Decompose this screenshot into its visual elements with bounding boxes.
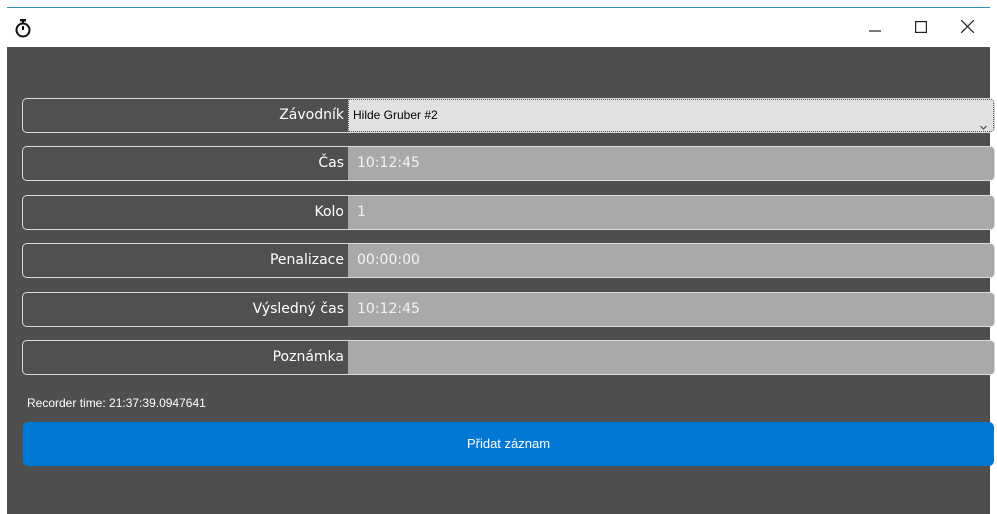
time-label: Čas	[318, 155, 344, 171]
lap-field[interactable]: 1	[348, 196, 994, 229]
penalty-row: Penalizace 00:00:00	[22, 243, 995, 278]
minimize-icon	[869, 18, 881, 37]
recorder-time: Recorder time: 21:37:39.0947641	[27, 396, 206, 410]
maximize-button[interactable]	[898, 8, 944, 47]
note-row: Poznámka	[22, 340, 995, 375]
penalty-field[interactable]: 00:00:00	[348, 244, 994, 277]
time-row: Čas 10:12:45	[22, 146, 995, 181]
racer-select[interactable]: Hilde Gruber #2	[348, 99, 994, 132]
title-bar	[7, 8, 990, 47]
result-time-field[interactable]: 10:12:45	[348, 293, 994, 326]
add-record-button[interactable]: Přidat záznam	[23, 422, 994, 466]
app-window: Závodník Hilde Gruber #2 Čas 10:12:45 Ko…	[7, 7, 995, 514]
stopwatch-icon	[14, 18, 32, 38]
lap-label: Kolo	[314, 204, 344, 220]
close-icon	[960, 18, 974, 37]
time-field[interactable]: 10:12:45	[348, 147, 994, 180]
result-time-row: Výsledný čas 10:12:45	[22, 292, 995, 327]
form-area: Závodník Hilde Gruber #2 Čas 10:12:45 Ko…	[7, 47, 995, 514]
penalty-label: Penalizace	[269, 252, 344, 268]
racer-row: Závodník Hilde Gruber #2	[22, 98, 995, 133]
lap-row: Kolo 1	[22, 195, 995, 230]
racer-label: Závodník	[279, 107, 344, 123]
note-label: Poznámka	[272, 349, 344, 365]
chevron-down-icon	[980, 112, 987, 130]
close-button[interactable]	[944, 8, 990, 47]
minimize-button[interactable]	[852, 8, 898, 47]
racer-select-value: Hilde Gruber #2	[353, 108, 438, 122]
maximize-icon	[915, 18, 928, 37]
note-field[interactable]	[348, 341, 994, 374]
result-time-label: Výsledný čas	[252, 301, 344, 317]
